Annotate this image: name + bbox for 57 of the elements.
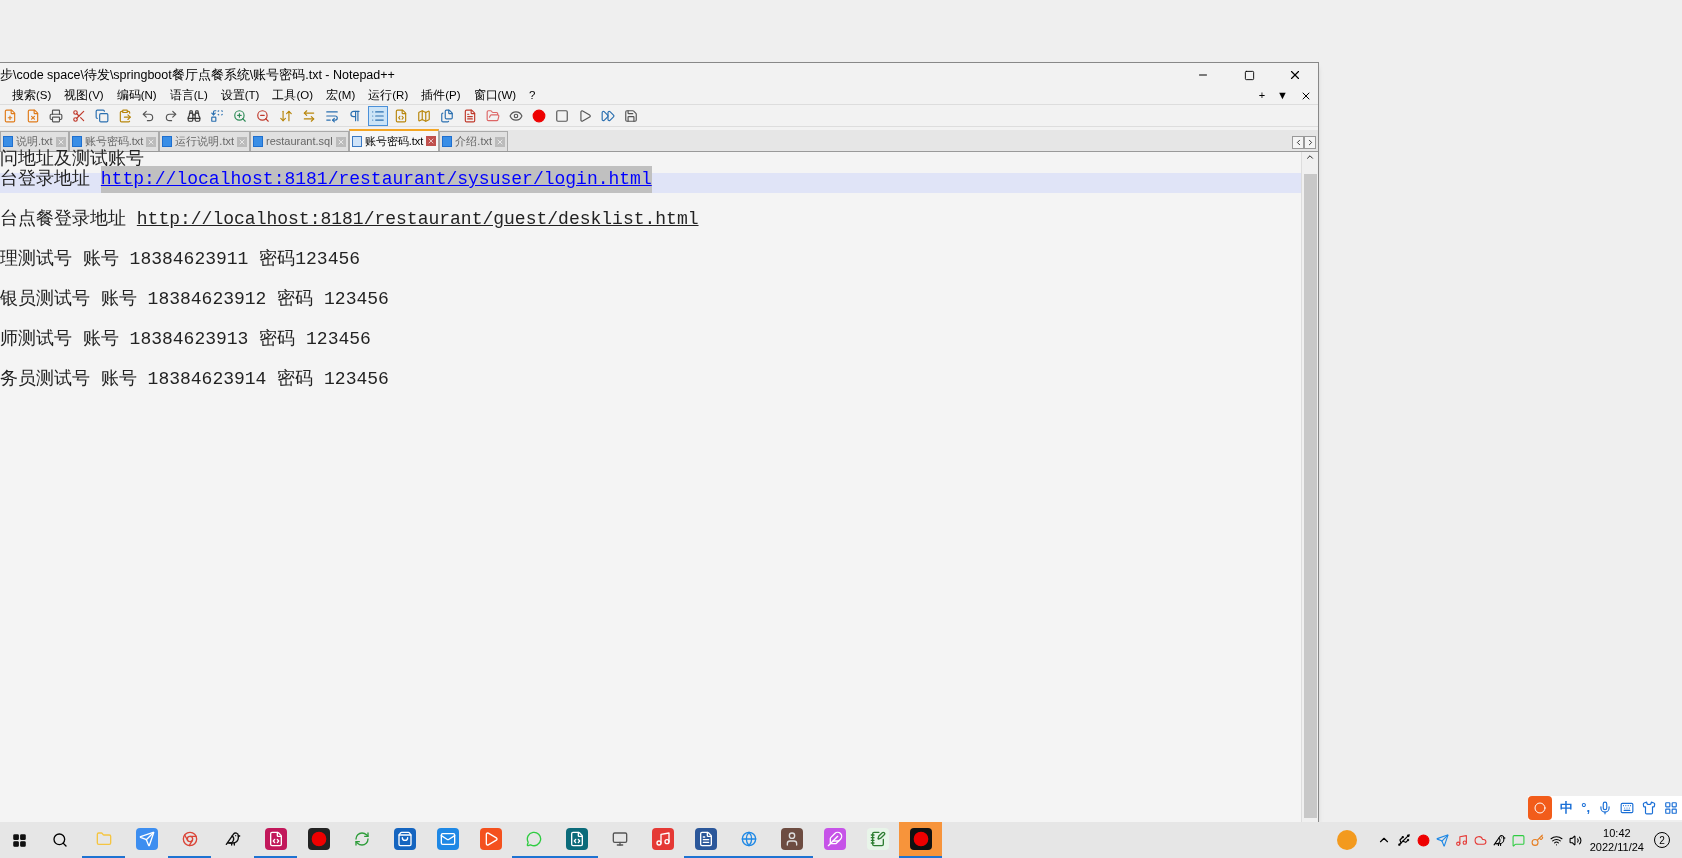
file-tab[interactable]: 运行说明.txt (159, 131, 250, 151)
menu-item[interactable]: 宏(M) (326, 86, 356, 105)
usb-icon[interactable] (1396, 833, 1411, 847)
menu-item[interactable]: 工具(O) (272, 86, 313, 105)
menu-control[interactable]: ▼ (1277, 87, 1288, 104)
send-icon[interactable] (1435, 833, 1449, 847)
keyboard-icon[interactable] (1620, 801, 1634, 815)
menu-item[interactable]: 设置(T) (220, 86, 260, 105)
file-tab[interactable]: 介绍.txt (439, 131, 508, 151)
link[interactable]: http://localhost:8181/restaurant/guest/desklist.html (136, 206, 699, 233)
ime-option[interactable]: °, (1581, 798, 1590, 818)
text-line: 师测试号 账号 18384623913 密码 123456 (0, 328, 371, 351)
file-icon (71, 136, 82, 147)
window-title: 步\code space\待发\springboot餐厅点餐系统\账号密码.txt - Notepad++ (0, 66, 395, 84)
file-tab[interactable]: restaurant.sql (250, 131, 349, 151)
network-icon[interactable] (1549, 833, 1563, 847)
file-icon (442, 136, 453, 147)
text-line: 银员测试号 账号 18384623912 密码 123456 (0, 288, 389, 311)
file-icon (162, 136, 173, 147)
speaker-icon[interactable] (1568, 833, 1582, 847)
ime-option[interactable]: 中 (1560, 798, 1574, 818)
clock-date: 2022/11/24 (1589, 840, 1644, 854)
menu-item[interactable]: 搜索(S) (12, 86, 52, 105)
record-icon[interactable] (899, 822, 942, 858)
menu-item[interactable]: ? (529, 86, 536, 105)
text-line: 问地址及测试账号 (0, 148, 144, 169)
tab-close-icon[interactable] (426, 136, 437, 146)
maximize-icon[interactable] (1243, 69, 1255, 81)
grid-icon[interactable] (1664, 801, 1678, 815)
music-icon[interactable] (1454, 833, 1468, 847)
key-icon[interactable] (1530, 833, 1544, 847)
file-icon (253, 136, 263, 147)
link[interactable]: http://localhost:8181/restaurant/sysuser/login.html (100, 166, 652, 193)
menu-item[interactable]: 语言(L) (169, 86, 208, 105)
scrollbar-thumb[interactable] (1303, 174, 1317, 818)
menu-control[interactable]: + (1258, 87, 1266, 104)
shirt-icon[interactable] (1642, 801, 1656, 815)
text-line: 理测试号 账号 18384623911 密码123456 (0, 248, 361, 271)
menu-item[interactable]: 插件(P) (421, 86, 461, 105)
close-icon[interactable] (1288, 68, 1302, 82)
indent-guide-icon[interactable] (368, 105, 388, 126)
microphone-icon[interactable] (1598, 801, 1612, 815)
menu-item[interactable]: 运行(R) (368, 86, 409, 105)
scroll-up-icon[interactable] (1305, 152, 1315, 162)
clock-time: 10:42 (1603, 826, 1631, 840)
input-method-logo-icon[interactable] (1528, 796, 1553, 820)
menu-item[interactable]: 视图(V) (64, 86, 104, 105)
menu-item[interactable]: 窗口(W) (473, 86, 517, 105)
file-icon (351, 135, 362, 147)
scrollbar[interactable] (1301, 152, 1318, 822)
file-icon (3, 136, 13, 147)
file-tab[interactable]: 账号密码.txt (348, 129, 440, 151)
text-line: 务员测试号 账号 18384623914 密码 123456 (0, 368, 389, 391)
menu-item[interactable]: 编码(N) (116, 86, 157, 105)
text-line: 台登录地址 (0, 168, 91, 191)
cloud-icon[interactable] (1473, 833, 1487, 847)
text-line: 台点餐登录地址 (0, 208, 127, 231)
